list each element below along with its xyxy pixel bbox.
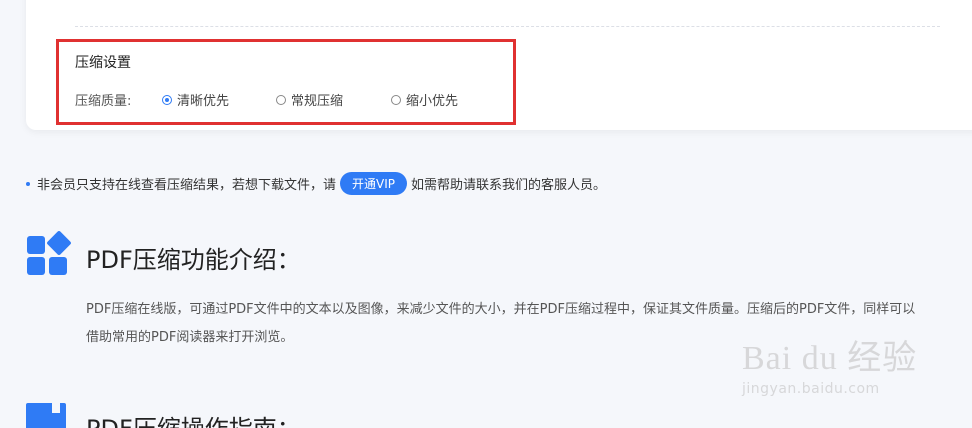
divider [75,26,940,27]
compression-quality-label: 压缩质量: [75,94,132,109]
compression-settings-title: 压缩设置 [75,55,131,71]
guide-title: PDF压缩操作指南： [86,409,301,428]
open-vip-button[interactable]: 开通VIP [340,172,408,195]
watermark-logo: Bai du 经验 [742,340,918,377]
radio-checked-icon [162,94,172,105]
notice-text: 非会员只支持在线查看压缩结果，若想下载文件，请 [37,178,337,193]
intro-title: PDF压缩功能介绍： [86,246,301,274]
radio-unchecked-icon [391,94,401,105]
watermark-url: jingyan.baidu.com [742,381,880,397]
notice-text-after: 如需帮助请联系我们的客服人员。 [411,178,607,193]
baidu-jingyan-watermark: Bai du 经验 jingyan.baidu.com [742,330,922,410]
radio-smaller-first[interactable]: 缩小优先 [391,90,458,109]
book-icon [26,403,66,428]
member-notice: 非会员只支持在线查看压缩结果，若想下载文件，请 开通VIP 如需帮助请联系我们的… [26,172,606,195]
radio-normal-compression[interactable]: 常规压缩 [276,90,343,109]
intro-line: PDF压缩在线版，可通过PDF文件中的文本以及图像，来减少文件的大小，并在PDF… [86,302,916,317]
radio-unchecked-icon [276,94,286,105]
radio-label: 缩小优先 [406,94,459,109]
radio-label: 常规压缩 [291,94,344,109]
app-grid-icon [26,230,72,277]
radio-clarity-first[interactable]: 清晰优先 [162,90,229,109]
radio-label: 清晰优先 [177,94,230,109]
bullet-icon [26,181,30,186]
